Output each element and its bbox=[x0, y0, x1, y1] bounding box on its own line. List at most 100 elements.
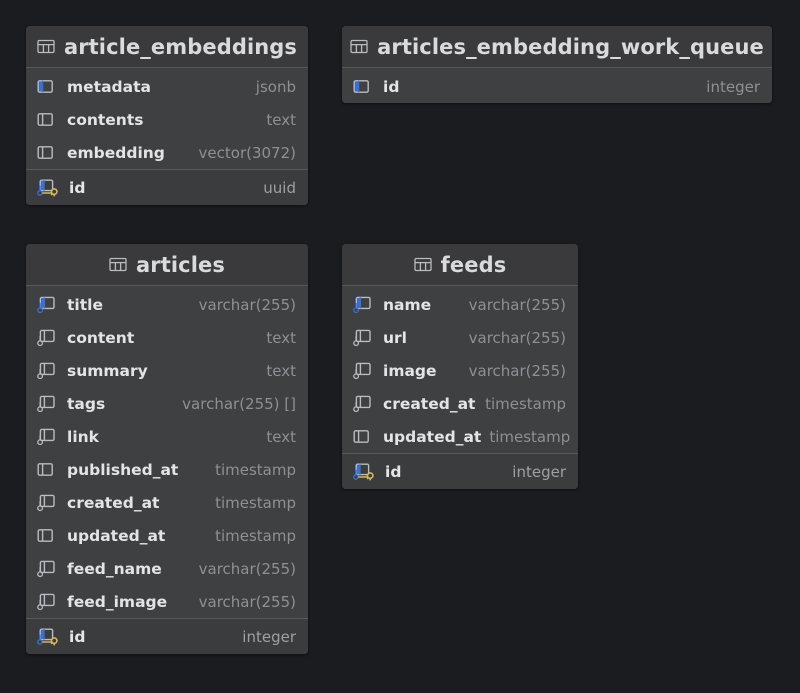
table-card[interactable]: articles title varchar(255) content text summ… bbox=[26, 244, 308, 654]
column-row[interactable]: url varchar(255) bbox=[342, 321, 578, 354]
table-icon bbox=[37, 37, 55, 57]
column-nullable-icon bbox=[37, 592, 59, 612]
column-nullable-icon bbox=[37, 428, 55, 445]
column-name: metadata bbox=[67, 77, 151, 96]
primary-key-row[interactable]: id uuid bbox=[26, 169, 308, 205]
column-icon bbox=[37, 526, 59, 546]
column-row[interactable]: summary text bbox=[26, 354, 308, 387]
column-nullable-icon bbox=[37, 593, 55, 610]
column-name: id bbox=[383, 77, 400, 96]
table-header[interactable]: articles_embedding_work_queue bbox=[342, 26, 772, 68]
schema-canvas[interactable]: article_embeddings metadata jsonb contents t… bbox=[0, 0, 800, 693]
column-row[interactable]: contents text bbox=[26, 103, 308, 136]
column-row[interactable]: metadata jsonb bbox=[26, 70, 308, 103]
column-nullable-icon bbox=[37, 494, 55, 511]
column-indexed-icon bbox=[37, 77, 59, 97]
column-nullable-icon bbox=[353, 361, 375, 381]
column-icon bbox=[353, 430, 369, 443]
primary-key-row[interactable]: id integer bbox=[342, 453, 578, 489]
column-name: created_at bbox=[383, 394, 476, 413]
column-indexed-nullable-icon bbox=[353, 296, 371, 313]
column-name: updated_at bbox=[383, 427, 482, 446]
column-type: varchar(255) bbox=[468, 295, 566, 314]
column-type: varchar(255) bbox=[198, 559, 296, 578]
column-nullable-icon bbox=[37, 328, 59, 348]
column-name: published_at bbox=[67, 460, 179, 479]
column-row[interactable]: feed_name varchar(255) bbox=[26, 552, 308, 585]
column-type: jsonb bbox=[255, 77, 296, 96]
primary-key-icon bbox=[353, 462, 377, 482]
column-nullable-icon bbox=[37, 493, 59, 513]
column-type: text bbox=[266, 427, 296, 446]
table-header[interactable]: article_embeddings bbox=[26, 26, 308, 68]
column-type: text bbox=[266, 110, 296, 129]
table-header[interactable]: articles bbox=[26, 244, 308, 286]
column-type: integer bbox=[512, 462, 566, 481]
column-row[interactable]: link text bbox=[26, 420, 308, 453]
table-header[interactable]: feeds bbox=[342, 244, 578, 286]
column-nullable-icon bbox=[37, 394, 59, 414]
column-type: uuid bbox=[263, 178, 296, 197]
column-type: timestamp bbox=[215, 493, 296, 512]
column-nullable-icon bbox=[353, 394, 375, 414]
column-type: text bbox=[266, 361, 296, 380]
column-nullable-icon bbox=[37, 427, 59, 447]
column-nullable-icon bbox=[353, 395, 371, 412]
column-name: id bbox=[69, 178, 86, 197]
column-row[interactable]: feed_image varchar(255) bbox=[26, 585, 308, 618]
table-name: feeds bbox=[440, 252, 507, 277]
primary-key-icon bbox=[353, 463, 374, 480]
column-row[interactable]: updated_at timestamp bbox=[342, 420, 578, 453]
column-name: content bbox=[67, 328, 135, 347]
column-row[interactable]: updated_at timestamp bbox=[26, 519, 308, 552]
primary-key-icon bbox=[37, 628, 58, 645]
column-icon bbox=[37, 463, 53, 476]
column-row[interactable]: created_at timestamp bbox=[26, 486, 308, 519]
table-columns: id integer bbox=[342, 68, 772, 103]
column-row[interactable]: created_at timestamp bbox=[342, 387, 578, 420]
primary-key-icon bbox=[37, 627, 61, 647]
table-columns: title varchar(255) content text summary text t… bbox=[26, 286, 308, 654]
column-row[interactable]: published_at timestamp bbox=[26, 453, 308, 486]
table-card[interactable]: feeds name varchar(255) url varchar(255) imag… bbox=[342, 244, 578, 489]
table-icon bbox=[109, 255, 127, 275]
column-name: id bbox=[385, 462, 402, 481]
column-type: timestamp bbox=[485, 394, 566, 413]
table-name: article_embeddings bbox=[63, 34, 298, 59]
table-name: articles_embedding_work_queue bbox=[377, 34, 764, 59]
column-row[interactable]: name varchar(255) bbox=[342, 288, 578, 321]
column-row[interactable]: content text bbox=[26, 321, 308, 354]
column-type: timestamp bbox=[489, 427, 571, 446]
column-nullable-icon bbox=[37, 559, 59, 579]
column-nullable-icon bbox=[353, 328, 375, 348]
column-row[interactable]: tags varchar(255) [] bbox=[26, 387, 308, 420]
column-nullable-icon bbox=[37, 329, 55, 346]
column-icon bbox=[37, 146, 53, 159]
column-type: varchar(255) [] bbox=[182, 394, 296, 413]
column-type: varchar(255) bbox=[468, 361, 566, 380]
table-icon bbox=[350, 37, 368, 57]
column-row[interactable]: title varchar(255) bbox=[26, 288, 308, 321]
column-indexed-icon bbox=[353, 80, 369, 93]
column-indexed-icon bbox=[353, 77, 375, 97]
table-icon bbox=[414, 255, 432, 275]
column-name: feed_image bbox=[67, 592, 168, 611]
column-name: tags bbox=[67, 394, 106, 413]
column-row[interactable]: embedding vector(3072) bbox=[26, 136, 308, 169]
column-type: integer bbox=[706, 77, 760, 96]
table-card[interactable]: articles_embedding_work_queueid integer bbox=[342, 26, 772, 103]
column-nullable-icon bbox=[37, 560, 55, 577]
table-icon bbox=[109, 257, 127, 272]
column-type: varchar(255) bbox=[198, 295, 296, 314]
table-card[interactable]: article_embeddings metadata jsonb contents t… bbox=[26, 26, 308, 205]
table-name: articles bbox=[136, 252, 225, 277]
table-icon bbox=[37, 39, 55, 54]
column-row[interactable]: image varchar(255) bbox=[342, 354, 578, 387]
column-row[interactable]: id integer bbox=[342, 70, 772, 103]
column-name: title bbox=[67, 295, 103, 314]
column-nullable-icon bbox=[37, 362, 55, 379]
column-indexed-nullable-icon bbox=[37, 295, 59, 315]
column-nullable-icon bbox=[37, 395, 55, 412]
column-icon bbox=[37, 529, 53, 542]
primary-key-row[interactable]: id integer bbox=[26, 618, 308, 654]
